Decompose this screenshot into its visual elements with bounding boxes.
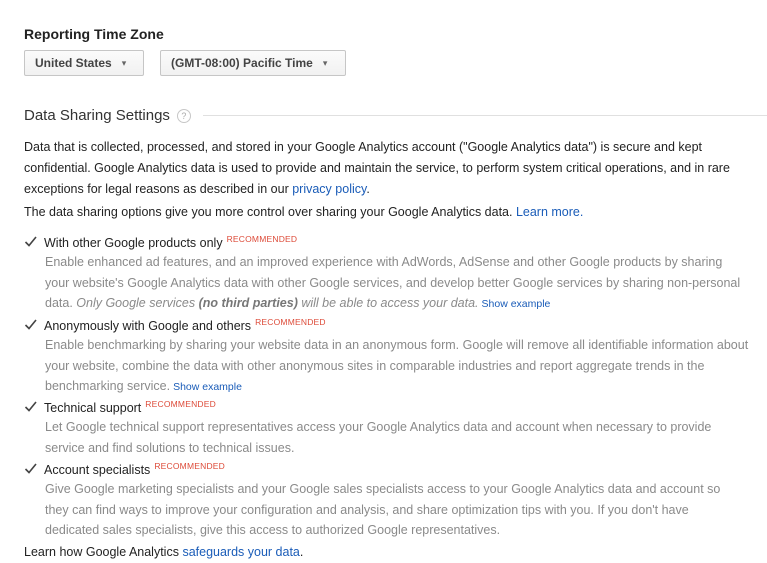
description-line: dedicated sales specialists, give this a…	[45, 523, 501, 537]
data-sharing-header: Data Sharing Settings ?	[24, 107, 767, 124]
safeguards-footer: Learn how Google Analytics safeguards yo…	[24, 542, 767, 563]
intro-line: exceptions for legal reasons as describe…	[24, 179, 767, 200]
checkmark-icon	[24, 463, 37, 474]
description-line: Enable enhanced ad features, and an impr…	[45, 255, 723, 269]
description-line: your website, combine the data with othe…	[45, 358, 705, 373]
data-sharing-title: Data Sharing Settings	[24, 107, 170, 124]
chevron-down-icon: ▾	[121, 57, 127, 68]
show-example-link[interactable]: Show example	[482, 298, 551, 310]
description-line: Let Google technical support representat…	[45, 420, 712, 434]
option-technical-support: Technical support RECOMMENDED Let Google…	[24, 399, 767, 458]
google-products-checkbox[interactable]	[24, 235, 37, 248]
description-line: Give Google marketing specialists and yo…	[45, 482, 721, 496]
description-line: they can find ways to improve your confi…	[45, 502, 689, 517]
checkmark-icon	[24, 401, 37, 412]
sharing-options-text: The data sharing options give you more c…	[24, 205, 516, 219]
description-italic: Only Google services	[76, 296, 199, 310]
help-icon[interactable]: ?	[176, 108, 191, 123]
description-italic: will be able to access your data.	[297, 296, 479, 310]
time-zone-select[interactable]: (GMT-08:00) Pacific Time ▾	[160, 50, 346, 76]
option-label: Anonymously with Google and others	[44, 319, 252, 333]
reporting-time-zone-heading: Reporting Time Zone	[24, 26, 164, 42]
recommended-badge: RECOMMENDED	[226, 234, 298, 244]
learn-more-link[interactable]: Learn more.	[516, 205, 583, 219]
chevron-down-icon: ▾	[322, 57, 328, 68]
description-line: data. Only Google services (no third par…	[45, 293, 767, 315]
intro-line: Data that is collected, processed, and s…	[24, 140, 702, 154]
anonymous-sharing-checkbox[interactable]	[24, 318, 37, 331]
checkmark-icon	[24, 236, 37, 247]
option-label: With other Google products only	[44, 236, 223, 250]
description-line: Enable benchmarking by sharing your webs…	[45, 338, 749, 352]
description-line: service and find solutions to technical …	[45, 440, 295, 455]
section-divider	[202, 115, 767, 116]
country-select-value: United States	[35, 56, 112, 70]
technical-support-checkbox[interactable]	[24, 400, 37, 413]
account-specialists-checkbox[interactable]	[24, 462, 37, 475]
checkmark-icon	[24, 319, 37, 330]
recommended-badge: RECOMMENDED	[154, 461, 225, 471]
description-line: your website's Google Analytics data wit…	[45, 275, 741, 290]
option-label: Account specialists	[44, 463, 151, 477]
recommended-badge: RECOMMENDED	[145, 399, 216, 409]
option-description: Let Google technical support representat…	[45, 417, 767, 458]
intro-text: exceptions for legal reasons as describe…	[24, 182, 293, 196]
intro-line: confidential. Google Analytics data is u…	[24, 161, 730, 175]
description-text: data.	[45, 296, 77, 310]
intro-text: .	[366, 182, 370, 196]
footer-text: .	[299, 545, 304, 559]
description-bold: (no third parties)	[198, 296, 298, 310]
option-label: Technical support	[44, 401, 142, 415]
recommended-badge: RECOMMENDED	[255, 317, 326, 327]
data-sharing-intro: Data that is collected, processed, and s…	[24, 137, 767, 200]
option-account-specialists: Account specialists RECOMMENDED Give Goo…	[24, 461, 767, 541]
description-text: benchmarking service.	[45, 379, 171, 393]
safeguards-link[interactable]: safeguards your data	[182, 545, 299, 559]
option-description: Enable benchmarking by sharing your webs…	[45, 335, 767, 398]
country-select[interactable]: United States ▾	[24, 50, 144, 76]
footer-text: Learn how Google Analytics	[24, 545, 183, 559]
option-description: Enable enhanced ad features, and an impr…	[45, 252, 767, 315]
option-anonymous: Anonymously with Google and others RECOM…	[24, 317, 767, 398]
time-zone-select-value: (GMT-08:00) Pacific Time	[171, 56, 313, 70]
option-google-products: With other Google products only RECOMMEN…	[24, 234, 767, 315]
show-example-link[interactable]: Show example	[173, 381, 242, 393]
sharing-options-intro: The data sharing options give you more c…	[24, 202, 767, 223]
privacy-policy-link[interactable]: privacy policy	[292, 182, 366, 196]
option-description: Give Google marketing specialists and yo…	[45, 479, 767, 541]
